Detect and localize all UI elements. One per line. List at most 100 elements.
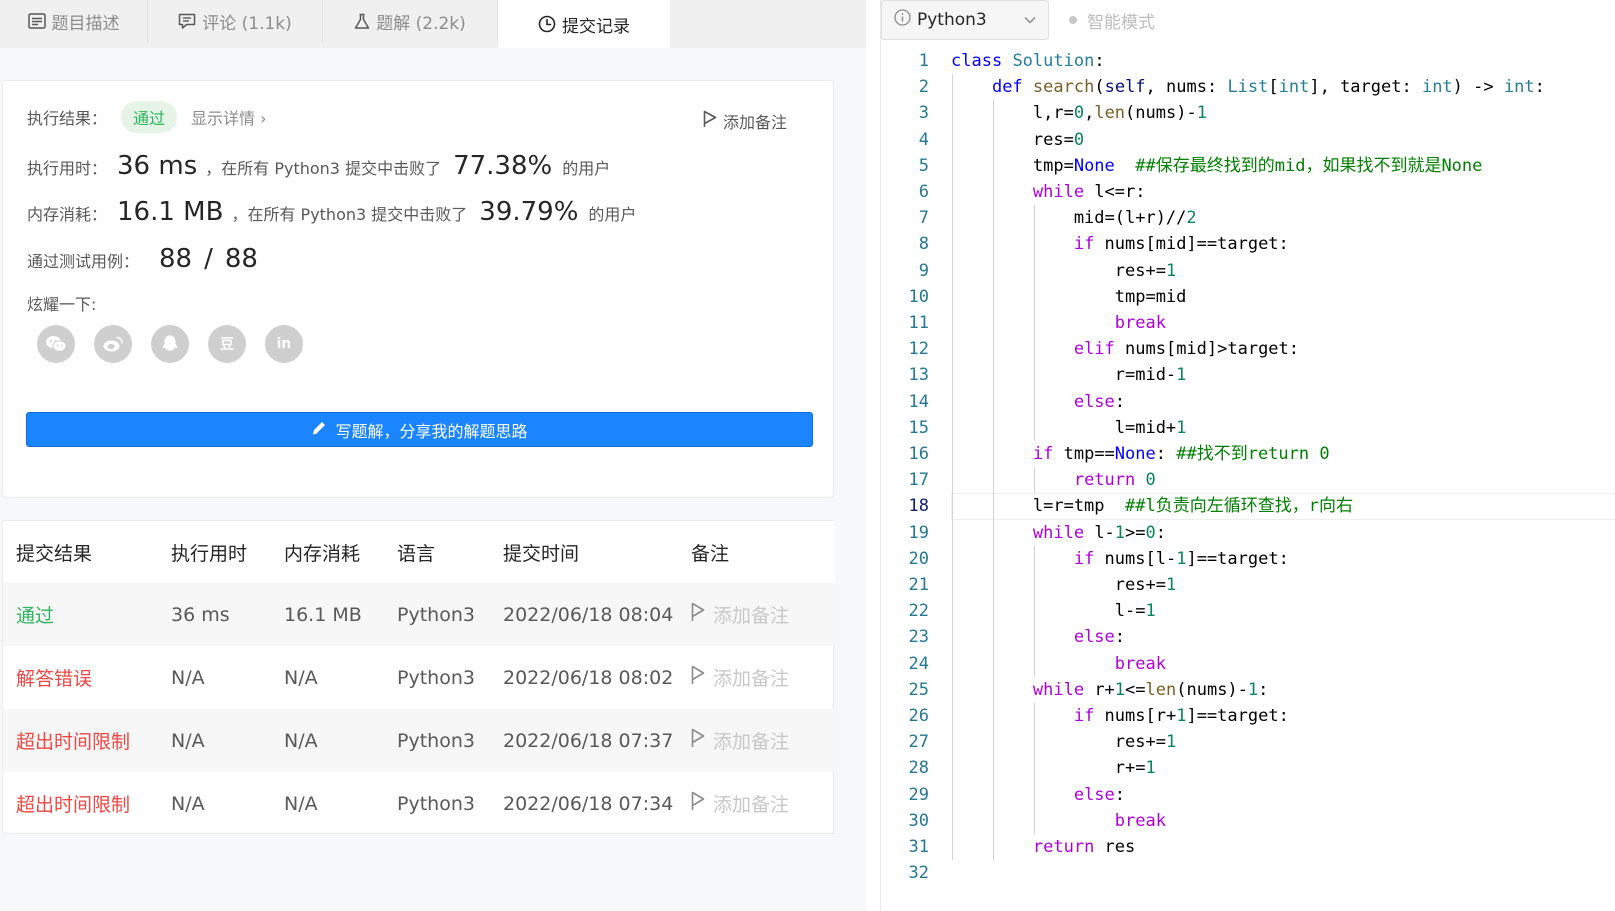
write-solution-label: 写题解，分享我的解题思路 <box>335 421 528 441</box>
code-text: tmp=None ##保存最终找到的mid，如果找不到就是None <box>951 155 1483 176</box>
status-label: 执行结果： <box>27 109 108 128</box>
header-language: 语言 <box>397 542 436 565</box>
header-note: 备注 <box>691 542 730 565</box>
submission-status-link[interactable]: 通过 <box>16 583 54 646</box>
line-number: 2 <box>918 77 929 98</box>
code-line[interactable]: 21 res+=1 <box>881 572 1615 599</box>
smart-mode-toggle[interactable]: 智能模式 <box>1069 0 1155 40</box>
code-line[interactable]: 13 r=mid-1 <box>881 362 1615 389</box>
code-area[interactable]: 1 class Solution: 2 def search(self, nums:… <box>881 48 1615 911</box>
line-number: 11 <box>908 313 929 333</box>
code-text: l-=1 <box>951 601 1156 622</box>
douban-icon[interactable]: 豆 <box>208 325 246 363</box>
line-number: 21 <box>908 575 929 595</box>
runtime-label: 执行用时： <box>27 159 108 178</box>
submission-add-note[interactable]: 添加备注 <box>691 709 789 772</box>
code-line[interactable]: 5 tmp=None ##保存最终找到的mid，如果找不到就是None <box>881 152 1615 179</box>
write-solution-button[interactable]: 写题解，分享我的解题思路 <box>26 412 813 447</box>
flag-icon <box>691 728 705 753</box>
code-line[interactable]: 3 l,r=0,len(nums)-1 <box>881 100 1615 127</box>
submission-add-note[interactable]: 添加备注 <box>691 646 789 709</box>
code-text: res+=1 <box>951 732 1177 753</box>
show-details-label: 显示详情 <box>191 109 256 128</box>
code-text: if nums[l-1]==target: <box>1073 548 1289 569</box>
code-line[interactable]: 17 return 0 <box>881 467 1615 494</box>
line-number: 24 <box>908 653 929 674</box>
code-text: if nums[mid]==target: <box>1073 234 1289 255</box>
comment-icon <box>178 13 196 30</box>
code-line[interactable]: 19 while l-1>=0: <box>881 519 1615 546</box>
code-line[interactable]: 7 mid=(l+r)//2 <box>881 205 1615 232</box>
add-note-button[interactable]: 添加备注 <box>703 109 787 133</box>
code-line[interactable]: 24 break <box>881 650 1615 677</box>
code-line[interactable]: 29 else: <box>881 781 1615 808</box>
code-line[interactable]: 28 r+=1 <box>881 755 1615 782</box>
code-text: res+=1 <box>951 260 1177 281</box>
code-text: if tmp==None: ##找不到return 0 <box>1032 444 1330 464</box>
line-number: 25 <box>908 679 929 700</box>
code-line[interactable]: 8 if nums[mid]==target: <box>881 231 1615 258</box>
qq-icon[interactable] <box>151 325 189 363</box>
code-line[interactable]: 11 break <box>881 310 1615 337</box>
code-text: tmp=mid <box>951 286 1187 307</box>
code-line[interactable]: 4 res=0 <box>881 126 1615 153</box>
show-details-link[interactable]: 显示详情 › <box>191 105 267 129</box>
linkedin-icon[interactable]: in <box>265 325 303 363</box>
code-line[interactable]: 14 else: <box>881 388 1615 415</box>
line-number: 28 <box>908 758 929 779</box>
submission-add-note[interactable]: 添加备注 <box>691 772 789 835</box>
code-line[interactable]: 16 if tmp==None: ##找不到return 0 <box>881 441 1615 468</box>
code-line[interactable]: 18 l=r=tmp ##l负责向左循环查找，r向右 <box>881 493 1615 520</box>
submission-status-link[interactable]: 超出时间限制 <box>16 709 130 772</box>
language-select[interactable]: Python3 <box>881 0 1049 40</box>
line-number: 32 <box>908 863 929 884</box>
code-line[interactable]: 31 return res <box>881 834 1615 861</box>
submission-time: 2022/06/18 08:02 <box>503 666 674 689</box>
submission-status-link[interactable]: 超出时间限制 <box>16 772 130 835</box>
result-card: 执行结果： 通过 显示详情 › 添加备注 执行用时： 36 ms ，在所有 Py… <box>2 80 834 498</box>
line-number: 13 <box>908 365 929 386</box>
code-line[interactable]: 23 else: <box>881 624 1615 651</box>
submission-memory: N/A <box>284 792 318 815</box>
code-line[interactable]: 20 if nums[l-1]==target: <box>881 545 1615 572</box>
memory-label: 内存消耗： <box>27 205 108 224</box>
code-text: res=0 <box>951 129 1085 150</box>
code-text: while l<=r: <box>1032 182 1146 202</box>
code-line[interactable]: 32 <box>881 860 1615 886</box>
tests-label: 通过测试用例： <box>27 252 140 271</box>
code-text: r+=1 <box>951 758 1156 779</box>
code-line[interactable]: 22 l-=1 <box>881 598 1615 625</box>
code-line[interactable]: 27 res+=1 <box>881 729 1615 756</box>
table-row: 通过 36 ms 16.1 MB Python3 2022/06/18 08:04 添加备… <box>3 583 835 646</box>
tab-description[interactable]: 题目描述 <box>0 0 148 42</box>
wechat-icon[interactable] <box>37 325 75 363</box>
code-line[interactable]: 26 if nums[r+1]==target: <box>881 703 1615 730</box>
code-line[interactable]: 30 break <box>881 807 1615 834</box>
tab-comments[interactable]: 评论 (1.1k) <box>148 0 323 42</box>
code-line[interactable]: 6 while l<=r: <box>881 179 1615 206</box>
code-line[interactable]: 9 res+=1 <box>881 257 1615 284</box>
weibo-icon[interactable] <box>94 325 132 363</box>
tab-solutions[interactable]: 题解 (2.2k) <box>323 0 498 42</box>
status-row: 执行结果： 通过 显示详情 › <box>27 101 267 133</box>
submission-note-label: 添加备注 <box>713 605 790 627</box>
add-note-label: 添加备注 <box>723 113 788 132</box>
submission-add-note[interactable]: 添加备注 <box>691 583 789 646</box>
tests-total: 88 <box>224 244 258 274</box>
code-text: return res <box>1032 837 1136 857</box>
code-line[interactable]: 25 while r+1<=len(nums)-1: <box>881 676 1615 703</box>
flag-icon <box>691 665 705 690</box>
submission-language: Python3 <box>397 666 475 689</box>
line-number: 12 <box>908 339 929 360</box>
submission-time: 2022/06/18 07:37 <box>503 729 674 752</box>
code-line[interactable]: 2 def search(self, nums: List[int], targ… <box>881 74 1615 101</box>
code-line[interactable]: 12 elif nums[mid]>target: <box>881 336 1615 363</box>
code-text: else: <box>1073 391 1126 412</box>
tab-submissions[interactable]: 提交记录 <box>498 0 670 48</box>
submission-status-link[interactable]: 解答错误 <box>16 646 92 709</box>
table-row: 超出时间限制 N/A N/A Python3 2022/06/18 07:37 添加备注 <box>3 709 835 772</box>
submission-time: 2022/06/18 07:34 <box>503 792 674 815</box>
code-line[interactable]: 10 tmp=mid <box>881 283 1615 310</box>
code-line[interactable]: 15 l=mid+1 <box>881 414 1615 441</box>
code-line[interactable]: 1 class Solution: <box>881 48 1615 74</box>
